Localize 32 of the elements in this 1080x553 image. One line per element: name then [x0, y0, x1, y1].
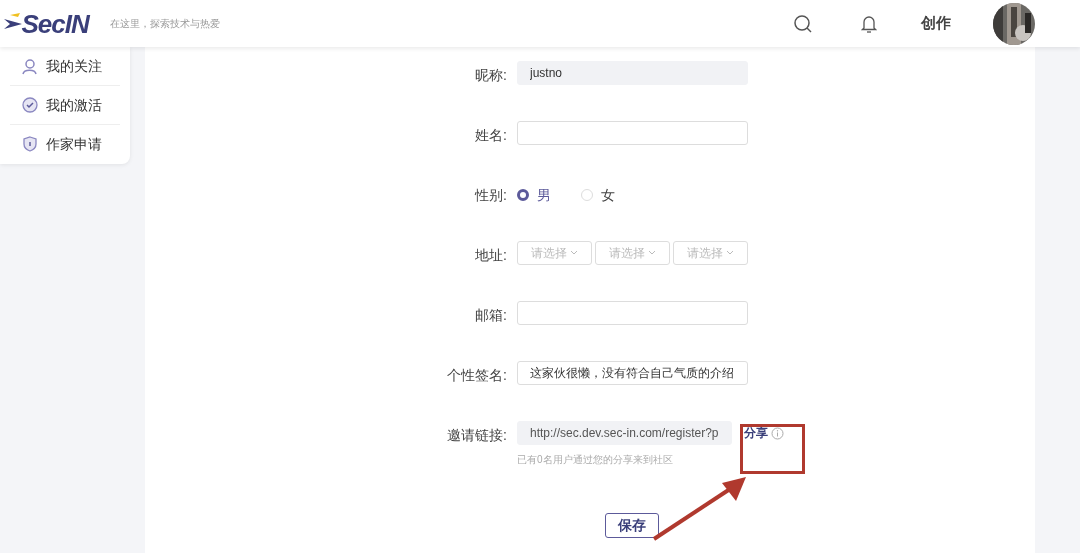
sidebar-item[interactable]: 我的激活: [46, 94, 102, 116]
field-label: 昵称:: [475, 66, 507, 83]
share-link[interactable]: 分享: [743, 424, 768, 442]
hint-text: 已有0名用户通过您的分享来到社区: [517, 453, 674, 467]
input-field[interactable]: [517, 301, 748, 325]
field-label: 地址:: [475, 246, 507, 263]
search-icon[interactable]: [793, 13, 813, 34]
user-icon: [22, 57, 38, 75]
sidebar-item[interactable]: 我的关注: [46, 55, 102, 77]
create-link[interactable]: 创作: [921, 12, 951, 35]
slogan: 在这里，探索技术与热爱: [109, 17, 220, 31]
radio-label: 女: [601, 185, 615, 205]
input-field[interactable]: [517, 121, 748, 145]
field-label: 邀请链接:: [447, 426, 507, 443]
radio-label: 男: [537, 185, 551, 205]
field-label: 个性签名:: [447, 366, 507, 383]
field-label: 邮箱:: [475, 306, 507, 323]
logo-text[interactable]: SecIN: [21, 10, 89, 37]
bell-icon[interactable]: [861, 13, 877, 34]
save-button[interactable]: 保存: [605, 513, 659, 538]
input-field[interactable]: http://sec.dev.sec-in.com/register?p: [517, 421, 732, 445]
input-field[interactable]: 这家伙很懒，没有符合自己气质的介绍: [517, 361, 748, 385]
shield-icon: [22, 136, 38, 153]
field-label: 性别:: [475, 186, 507, 203]
field-label: 姓名:: [475, 126, 507, 143]
chevron-down-icon: [726, 250, 735, 256]
check-circle-icon: [22, 96, 38, 114]
radio-button[interactable]: [517, 189, 529, 201]
chevron-down-icon: [648, 250, 657, 256]
sidebar-item[interactable]: 作家申请: [46, 134, 102, 155]
info-icon[interactable]: [771, 426, 785, 440]
chevron-down-icon: [570, 250, 579, 256]
